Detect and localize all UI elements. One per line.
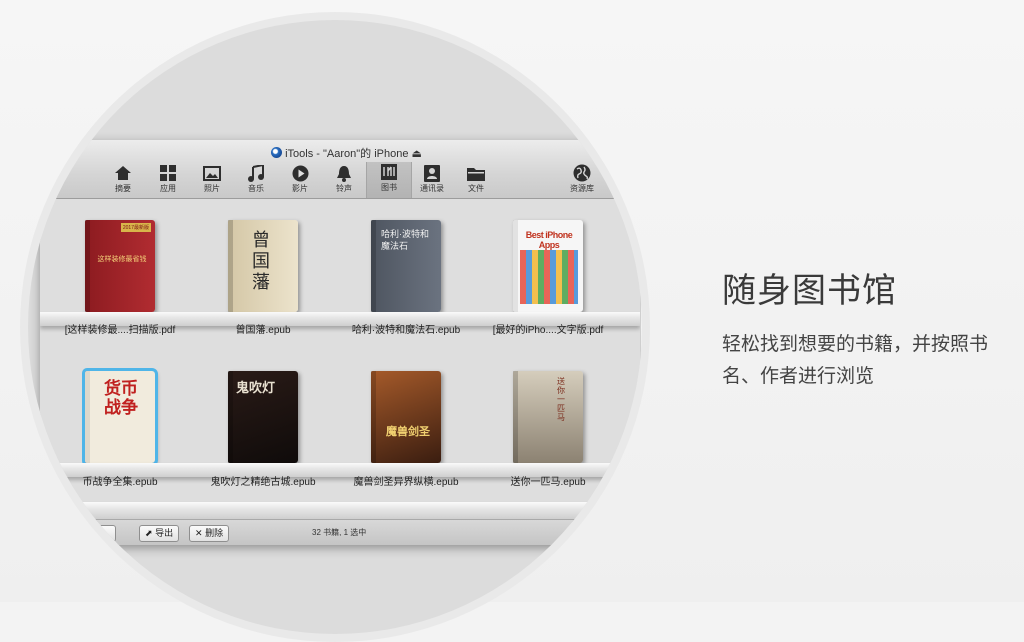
delete-icon: ✕ [195, 528, 203, 538]
book-cover-title: 哈利·波特和魔法石 [381, 228, 437, 252]
toolbar-summary-button[interactable]: 摘要 [101, 163, 145, 197]
photo-icon [190, 163, 234, 183]
book-cover[interactable]: 2017最新版 这样装修最省钱 [85, 220, 155, 312]
toolbar-label: 通讯录 [410, 184, 454, 194]
eject-icon[interactable]: ⏏ [411, 148, 421, 160]
globe-icon [560, 163, 604, 183]
book-badge: 2017最新版 [121, 223, 151, 232]
book-title[interactable]: 鬼吹灯之精绝古城.epub [183, 473, 343, 488]
toolbar-label: 铃声 [322, 184, 366, 194]
toolbar-label: 帮助 [604, 184, 642, 194]
book-cover[interactable]: 鬼吹灯 [228, 371, 298, 463]
home-icon [101, 163, 145, 183]
toolbar-music-button[interactable]: 音乐 [234, 163, 278, 197]
book-cover[interactable]: 送你一匹马 [513, 371, 583, 463]
circle-backdrop: iTools - "Aaron"的 iPhone⏏ ⤢ 摘要 应用 [28, 20, 642, 634]
toolbar-video-button[interactable]: 影片 [278, 163, 322, 197]
toolbar-help-button[interactable]: ? 帮助 [604, 163, 642, 197]
video-icon [278, 163, 322, 183]
toolbar-label: 资源库 [560, 184, 604, 194]
selection-status: 32 书籍, 1 选中 [312, 527, 366, 538]
export-icon: ⬈ [145, 528, 153, 538]
toolbar-books-button[interactable]: 图书 [366, 162, 412, 198]
app-icons-grid [520, 250, 578, 304]
book-cover[interactable]: 哈利·波特和魔法石 [371, 220, 441, 312]
promo-headline: 随身图书馆 [722, 263, 897, 312]
book-cover-title: 送你一匹马 [557, 377, 569, 422]
toolbar-files-button[interactable]: 文件 [454, 163, 498, 197]
window-title: iTools - "Aaron"的 iPhone⏏ [40, 145, 642, 161]
toolbar-library-button[interactable]: 资源库 [560, 163, 604, 197]
book-cover-title: 货币战争 [99, 379, 143, 417]
book-title[interactable]: 送你一匹马.epub [468, 473, 628, 488]
book-title[interactable]: [最好的iPho....文字版.pdf [468, 321, 628, 336]
shelf-plank [40, 502, 640, 519]
book-title[interactable]: 哈利·波特和魔法石.epub [326, 321, 486, 336]
promo-description: 轻松找到想要的书籍，并按照书名、作者进行浏览 [722, 328, 1012, 392]
status-bar: ⬈ 导出 ✕ 删除 32 书籍, 1 选中 [40, 519, 642, 545]
import-button[interactable] [96, 525, 116, 542]
book-title[interactable]: 魔兽剑圣异界纵横.epub [326, 473, 486, 488]
toolbar-label: 音乐 [234, 184, 278, 194]
delete-label: 删除 [205, 528, 223, 538]
book-cover-title: 魔兽剑圣 [379, 423, 437, 439]
itools-logo-icon [271, 147, 282, 158]
toolbar-contacts-button[interactable]: 通讯录 [410, 163, 454, 197]
toolbar-label: 摘要 [101, 184, 145, 194]
toolbar-photos-button[interactable]: 照片 [190, 163, 234, 197]
book-title[interactable]: [这样装修最....扫描版.pdf [40, 321, 200, 336]
delete-button[interactable]: ✕ 删除 [189, 525, 229, 542]
book-title[interactable]: 曾国藩.epub [183, 321, 343, 336]
export-label: 导出 [155, 528, 173, 538]
book-cover-title: 鬼吹灯 [236, 377, 294, 396]
book-cover[interactable]: Best iPhone Apps [513, 220, 583, 312]
toolbar-apps-button[interactable]: 应用 [146, 163, 190, 197]
toolbar-label: 应用 [146, 184, 190, 194]
book-cover-title: 这样装修最省钱 [91, 254, 153, 264]
book-cover-selected[interactable]: 货币战争 [85, 371, 155, 463]
export-button[interactable]: ⬈ 导出 [139, 525, 179, 542]
bookshelf: 2017最新版 这样装修最省钱 曾国藩 哈利·波特和魔法石 Best iPhon… [40, 199, 640, 519]
bell-icon [322, 163, 366, 183]
book-cover-title: Best iPhone Apps [516, 230, 582, 250]
help-icon: ? [604, 163, 642, 183]
vertical-scrollbar[interactable] [640, 199, 642, 519]
folder-icon [454, 163, 498, 183]
window-title-text: iTools - "Aaron"的 iPhone [285, 148, 408, 160]
toolbar-label: 图书 [367, 183, 411, 193]
toolbar-label: 影片 [278, 184, 322, 194]
book-cover[interactable]: 曾国藩 [228, 220, 298, 312]
book-cover-title: 曾国藩 [252, 230, 274, 293]
window-titlebar: iTools - "Aaron"的 iPhone⏏ ⤢ 摘要 应用 [40, 140, 642, 199]
book-cover[interactable]: 魔兽剑圣 [371, 371, 441, 463]
contacts-icon [410, 163, 454, 183]
toolbar-ringtone-button[interactable]: 铃声 [322, 163, 366, 197]
apps-icon [146, 163, 190, 183]
toolbar-label: 照片 [190, 184, 234, 194]
toolbar-label: 文件 [454, 184, 498, 194]
book-title[interactable]: 币战争全集.epub [40, 473, 200, 488]
music-icon [234, 163, 278, 183]
itools-window: iTools - "Aaron"的 iPhone⏏ ⤢ 摘要 应用 [40, 140, 642, 545]
book-icon [367, 162, 411, 182]
